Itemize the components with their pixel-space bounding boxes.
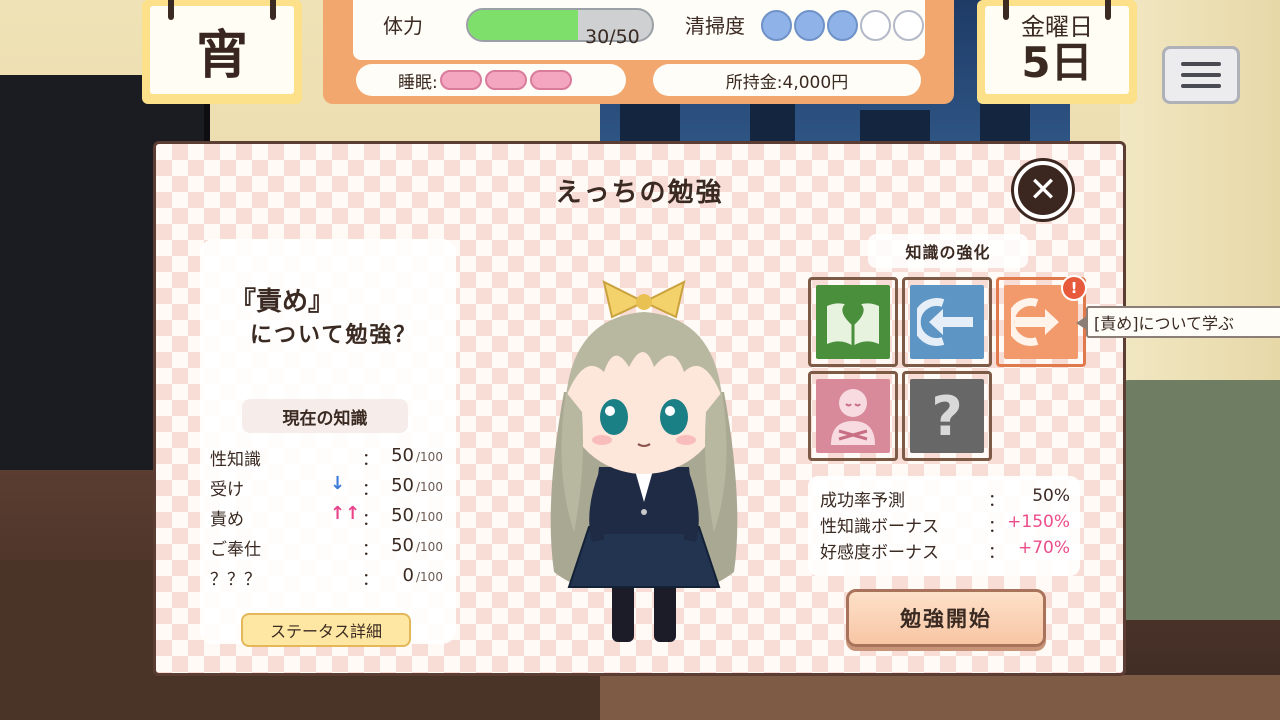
cleanliness-meter (761, 10, 924, 41)
cleanliness-dot (893, 10, 924, 41)
knowledge-header: 現在の知識 (242, 399, 408, 433)
bonus-name: 成功率予測 (820, 491, 905, 511)
stat-colon: ： (362, 450, 379, 470)
knowledge-card: 『責め』 について勉強？ 現在の知識 性知識： 50/100 受け ↓： 50/100 責… (200, 239, 456, 644)
sleep-meter (439, 70, 575, 90)
bonus-name: 性知識ボーナス (820, 517, 939, 537)
question-text: について勉強？ (250, 323, 418, 348)
cleanliness-dot (761, 10, 792, 41)
arrow-right-icon (1011, 298, 1059, 346)
skill-tile-service[interactable] (808, 371, 898, 461)
bonus-card: 成功率予測 ： 50% 性知識ボーナス ： +150% 好感度ボーナス ： +70% (808, 476, 1080, 576)
cleanliness-label: 清掃度 (685, 14, 745, 38)
heart-book-icon (827, 302, 879, 346)
stat-name: ご奉仕 (210, 540, 261, 560)
sleep-pill: 睡眠: (356, 64, 626, 96)
bonus-colon: ： (988, 491, 1005, 511)
stat-colon: ： (362, 570, 379, 590)
hp-value: 30/50 (585, 26, 640, 48)
sleep-pill-unit (529, 70, 572, 90)
stat-row: 性知識 ： 50/100 (210, 443, 450, 471)
skill-tile-receive[interactable] (902, 277, 992, 367)
bonus-value: 50% (1032, 486, 1070, 506)
stat-name: ？？？ (210, 570, 261, 590)
new-badge: ! (1061, 275, 1087, 301)
stat-max: /100 (416, 450, 443, 464)
close-icon: ✕ (1028, 170, 1058, 210)
stat-name: 性知識 (210, 450, 261, 470)
stat-max: /100 (416, 510, 443, 524)
stat-max: /100 (416, 480, 443, 494)
stat-colon: ： (362, 540, 379, 560)
stat-name: 受け (210, 480, 244, 500)
stat-value: 50 (391, 535, 414, 556)
attack-tooltip: [責め]について学ぶ (1076, 306, 1280, 338)
stats-top: 体力 30/50 清掃度 (353, 0, 925, 60)
cleanliness-dot (860, 10, 891, 41)
time-of-day-card: 宵 (142, 0, 302, 104)
stat-trend-arrow: ↓ (330, 473, 346, 494)
start-study-button[interactable]: 勉強開始 (846, 589, 1046, 647)
stat-trend-arrow: ↑↑ (330, 503, 361, 524)
stat-max: /100 (416, 570, 443, 584)
hamburger-icon (1181, 62, 1221, 66)
sleep-pill-unit (484, 70, 527, 90)
day: 5日 (1021, 37, 1093, 87)
bonus-row: 性知識ボーナス ： +150% (820, 512, 1070, 537)
stat-colon: ： (362, 480, 379, 500)
cleanliness-dot (794, 10, 825, 41)
dialog-title: えっちの勉強 (555, 178, 724, 208)
stat-row: 責め ↑↑： 50/100 (210, 503, 450, 531)
cleanliness-dot (827, 10, 858, 41)
study-dialog: えっちの勉強 ✕ 『責め』 について勉強？ 現在の知識 性知識： 50/100 受け… (153, 141, 1280, 676)
weekday: 金曜日 (1021, 13, 1093, 42)
stat-max: /100 (416, 540, 443, 554)
arrow-left-icon (917, 298, 973, 346)
sleep-pill-unit (439, 70, 482, 90)
chibi-character (550, 280, 738, 642)
menu-button[interactable] (1162, 46, 1240, 104)
stat-row: ご奉仕 ： 50/100 (210, 533, 450, 561)
question-mark-icon: ? (931, 384, 963, 448)
close-button[interactable]: ✕ (1014, 161, 1072, 219)
person-icon (831, 389, 875, 445)
money-text: 所持金:4,000円 (725, 72, 849, 93)
bonus-row: 好感度ボーナス ： +70% (820, 538, 1070, 563)
bonus-colon: ： (988, 543, 1005, 563)
skill-tile-sex-knowledge[interactable] (808, 277, 898, 367)
sofa (1100, 380, 1280, 620)
stat-name: 責め (210, 510, 244, 530)
date-card: 金曜日 5日 (977, 0, 1137, 104)
hp-bar-fill (468, 10, 579, 40)
stat-value: 50 (391, 445, 414, 466)
stats-panel: 体力 30/50 清掃度 睡眠: 所持金:4,000円 (323, 0, 954, 104)
bonus-colon: ： (988, 517, 1005, 537)
stat-value: 0 (402, 565, 414, 586)
skill-tile-unknown[interactable]: ? (902, 371, 992, 461)
stat-value: 50 (391, 505, 414, 526)
stat-value: 50 (391, 475, 414, 496)
bonus-name: 好感度ボーナス (820, 543, 939, 563)
stat-row: ？？？ ： 0/100 (210, 563, 450, 591)
bonus-row: 成功率予測 ： 50% (820, 486, 1070, 511)
enhance-title: 知識の強化 (868, 234, 1028, 268)
bonus-value: +150% (1007, 512, 1070, 532)
stat-colon: ： (362, 510, 379, 530)
status-detail-button[interactable]: ステータス詳細 (241, 613, 411, 647)
bonus-value: +70% (1017, 538, 1070, 558)
stat-row: 受け ↓ ： 50/100 (210, 473, 450, 501)
hp-label: 体力 (383, 14, 423, 38)
money-pill: 所持金:4,000円 (653, 64, 921, 96)
question-topic: 『責め』 (230, 287, 335, 317)
shelf (600, 675, 1280, 720)
sleep-label: 睡眠: (398, 72, 438, 93)
